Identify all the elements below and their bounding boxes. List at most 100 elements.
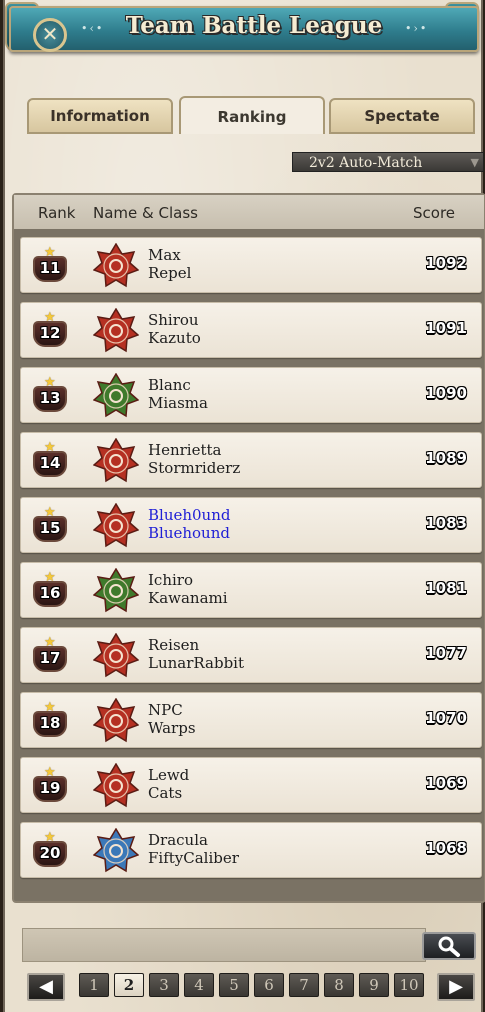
star-icon: ★ xyxy=(44,830,56,845)
page-button-7[interactable]: 7 xyxy=(289,973,319,997)
rank-badge: ★ 12 xyxy=(33,310,67,347)
arrow-left-icon: ◀ xyxy=(39,976,53,997)
tab-information[interactable]: Information xyxy=(27,98,173,134)
page-button-8[interactable]: 8 xyxy=(324,973,354,997)
table-row[interactable]: ★ 12 Shirou Kazuto 1091 xyxy=(20,302,482,358)
next-page-button[interactable]: ▶ xyxy=(437,973,475,1001)
window-title: Team Battle League xyxy=(125,12,383,39)
table-row[interactable]: ★ 18 NPC Warps 1070 xyxy=(20,692,482,748)
magnifier-icon xyxy=(438,936,460,957)
rank-number: 14 xyxy=(39,454,61,472)
player-class: FiftyCaliber xyxy=(148,849,239,867)
player-score: 1068 xyxy=(425,839,467,857)
star-icon: ★ xyxy=(44,635,56,650)
red-dragon-sigil-icon xyxy=(93,308,139,353)
page-button-1[interactable]: 1 xyxy=(79,973,109,997)
match-mode-value: 2v2 Auto-Match xyxy=(309,155,423,171)
ranking-list-header: Rank Name & Class Score xyxy=(14,195,484,229)
red-horseshoe-sigil-icon xyxy=(93,763,139,808)
player-name: Blueh0und xyxy=(148,506,231,524)
player-name: Shirou xyxy=(148,311,199,329)
search-button[interactable] xyxy=(422,932,476,960)
rank-number: 11 xyxy=(39,259,61,277)
tab-spectate[interactable]: Spectate xyxy=(329,98,475,134)
player-name: Lewd xyxy=(148,766,190,784)
rank-badge: ★ 14 xyxy=(33,440,67,477)
rank-number: 12 xyxy=(39,324,61,342)
table-row[interactable]: ★ 14 Henrietta Stormriderz 1089 xyxy=(20,432,482,488)
header-score: Score xyxy=(413,204,456,222)
player-name: NPC xyxy=(148,701,183,719)
star-icon: ★ xyxy=(44,245,56,260)
header-name-class: Name & Class xyxy=(93,204,198,222)
red-bomb-sigil-icon xyxy=(93,698,139,743)
arrow-right-icon: ▶ xyxy=(449,976,463,997)
table-row[interactable]: ★ 19 Lewd Cats 1069 xyxy=(20,757,482,813)
player-name: Dracula xyxy=(148,831,208,849)
green-hexagram-sigil-icon xyxy=(93,373,139,418)
page-button-4[interactable]: 4 xyxy=(184,973,214,997)
rank-badge: ★ 20 xyxy=(33,830,67,867)
player-name: Reisen xyxy=(148,636,200,654)
search-input[interactable] xyxy=(22,928,426,962)
rank-number: 16 xyxy=(39,584,61,602)
rank-badge: ★ 15 xyxy=(33,505,67,542)
star-icon: ★ xyxy=(44,505,56,520)
star-icon: ★ xyxy=(44,765,56,780)
star-icon: ★ xyxy=(44,440,56,455)
player-class: Warps xyxy=(148,719,196,737)
rank-number: 15 xyxy=(39,519,61,537)
rank-badge: ★ 17 xyxy=(33,635,67,672)
rank-badge: ★ 18 xyxy=(33,700,67,737)
player-score: 1083 xyxy=(425,514,467,532)
player-score: 1077 xyxy=(425,644,467,662)
player-score: 1081 xyxy=(425,579,467,597)
table-row[interactable]: ★ 17 Reisen LunarRabbit 1077 xyxy=(20,627,482,683)
star-icon: ★ xyxy=(44,375,56,390)
page-button-10[interactable]: 10 xyxy=(394,973,424,997)
player-score: 1091 xyxy=(425,319,467,337)
page-button-9[interactable]: 9 xyxy=(359,973,389,997)
rank-number: 17 xyxy=(39,649,61,667)
star-icon: ★ xyxy=(44,310,56,325)
player-class: LunarRabbit xyxy=(148,654,245,672)
prev-page-button[interactable]: ◀ xyxy=(27,973,65,1001)
player-class: Kawanami xyxy=(148,589,228,607)
rank-badge: ★ 13 xyxy=(33,375,67,412)
blue-snowflake-sigil-icon xyxy=(93,828,139,873)
match-mode-select[interactable]: 2v2 Auto-Match ▼ xyxy=(292,152,484,172)
green-hatted-figure-sigil-icon xyxy=(93,568,139,613)
player-class: Repel xyxy=(148,264,192,282)
red-dragon-sigil-icon xyxy=(93,503,139,548)
player-class: Stormriderz xyxy=(148,459,241,477)
player-score: 1092 xyxy=(425,254,467,272)
player-class: Cats xyxy=(148,784,183,802)
table-row[interactable]: ★ 16 Ichiro Kawanami 1081 xyxy=(20,562,482,618)
player-name: Ichiro xyxy=(148,571,193,589)
tab-ranking[interactable]: Ranking xyxy=(179,96,325,134)
player-class: Kazuto xyxy=(148,329,201,347)
star-icon: ★ xyxy=(44,570,56,585)
page-button-2[interactable]: 2 xyxy=(114,973,144,997)
table-row[interactable]: ★ 15 Blueh0und Bluehound 1083 xyxy=(20,497,482,553)
table-row[interactable]: ★ 13 Blanc Miasma 1090 xyxy=(20,367,482,423)
page-button-3[interactable]: 3 xyxy=(149,973,179,997)
player-name: Max xyxy=(148,246,181,264)
rank-number: 18 xyxy=(39,714,61,732)
header-rank: Rank xyxy=(38,204,76,222)
star-icon: ★ xyxy=(44,700,56,715)
red-dragon-sigil-icon xyxy=(93,633,139,678)
player-score: 1089 xyxy=(425,449,467,467)
player-score: 1070 xyxy=(425,709,467,727)
player-score: 1069 xyxy=(425,774,467,792)
player-name: Henrietta xyxy=(148,441,222,459)
red-star-sigil-icon xyxy=(93,243,139,288)
page-button-5[interactable]: 5 xyxy=(219,973,249,997)
table-row[interactable]: ★ 11 Max Repel 1092 xyxy=(20,237,482,293)
red-winged-sword-sigil-icon xyxy=(93,438,139,483)
rank-badge: ★ 16 xyxy=(33,570,67,607)
player-class: Bluehound xyxy=(148,524,230,542)
table-row[interactable]: ★ 20 Dracula FiftyCaliber 1068 xyxy=(20,822,482,878)
rank-number: 19 xyxy=(39,779,61,797)
page-button-6[interactable]: 6 xyxy=(254,973,284,997)
